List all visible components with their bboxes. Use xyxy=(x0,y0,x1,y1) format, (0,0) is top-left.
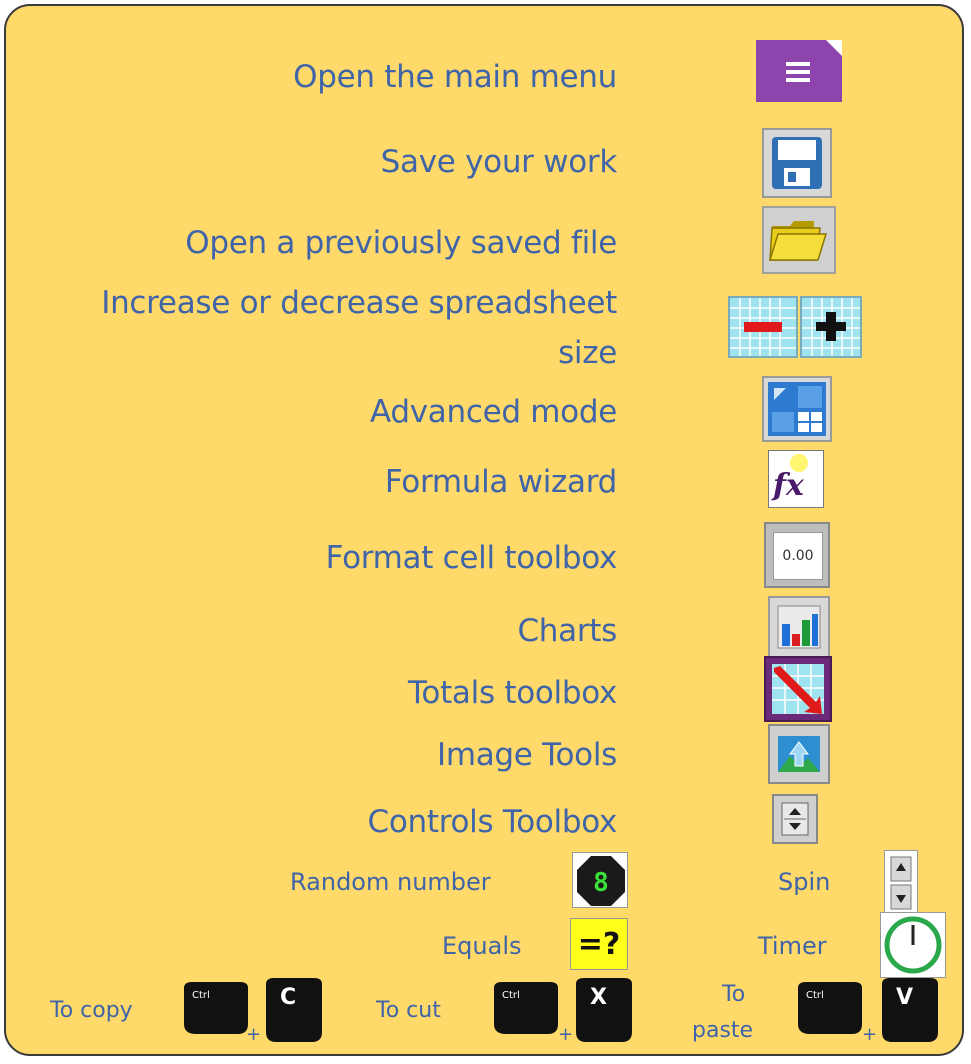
ctrl-key-copy: Ctrl xyxy=(182,980,250,1036)
format-value-text: 0.00 xyxy=(773,532,823,580)
advanced-mode-icon[interactable] xyxy=(762,376,832,442)
paste-label-line2: paste xyxy=(692,1018,754,1043)
image-tools-label: Image Tools xyxy=(436,737,617,773)
ctrl-key-paste: Ctrl xyxy=(796,980,864,1036)
svg-text:Ctrl: Ctrl xyxy=(192,990,210,1001)
equals-glyph: =? xyxy=(577,926,621,962)
resize-label-line2: size xyxy=(558,335,617,371)
plus-sign-copy: + xyxy=(246,1024,262,1045)
image-tools-icon[interactable] xyxy=(768,724,830,784)
copy-label: To copy xyxy=(50,998,133,1023)
svg-text:fx: fx xyxy=(771,468,805,503)
totals-icon[interactable] xyxy=(764,656,832,722)
formula-fx-icon[interactable]: fx xyxy=(768,450,824,508)
equals-label: Equals xyxy=(442,932,522,960)
x-key: X xyxy=(574,976,634,1044)
advanced-mode-label: Advanced mode xyxy=(370,394,617,430)
svg-text:Ctrl: Ctrl xyxy=(502,990,520,1001)
svg-text:X: X xyxy=(590,985,607,1010)
format-cell-label: Format cell toolbox xyxy=(325,540,618,576)
v-key: V xyxy=(880,976,940,1044)
bar-chart-icon[interactable] xyxy=(768,596,830,658)
formula-wizard-label: Formula wizard xyxy=(384,464,617,500)
equals-icon[interactable]: =? xyxy=(570,918,628,970)
svg-text:C: C xyxy=(280,985,296,1010)
main-menu-label: Open the main menu xyxy=(293,59,617,95)
folder-icon[interactable] xyxy=(762,206,836,274)
timer-icon[interactable] xyxy=(880,912,946,978)
floppy-disk-icon[interactable] xyxy=(762,128,832,198)
svg-text:Ctrl: Ctrl xyxy=(806,990,824,1001)
paste-label-line1: To xyxy=(722,982,746,1007)
save-label: Save your work xyxy=(380,144,618,180)
random-number-label: Random number xyxy=(290,868,491,896)
spin-label: Spin xyxy=(778,868,831,896)
resize-label-line1: Increase or decrease spreadsheet xyxy=(101,285,617,321)
format-cell-icon[interactable]: 0.00 xyxy=(764,522,830,588)
plus-sign-paste: + xyxy=(862,1024,878,1045)
ctrl-key-cut: Ctrl xyxy=(492,980,560,1036)
random-digit: 8 xyxy=(593,868,609,898)
open-file-label: Open a previously saved file xyxy=(185,225,617,261)
controls-toolbox-label: Controls Toolbox xyxy=(367,804,617,840)
timer-label: Timer xyxy=(758,932,827,960)
c-key: C xyxy=(264,976,324,1044)
hamburger-menu-icon[interactable] xyxy=(756,40,842,102)
increase-size-icon[interactable] xyxy=(800,296,862,358)
svg-text:V: V xyxy=(896,985,913,1010)
spin-control-icon[interactable] xyxy=(884,850,918,918)
help-panel: Open the main menu Save your work Open a… xyxy=(4,4,964,1056)
plus-sign-cut: + xyxy=(558,1024,574,1045)
charts-label: Charts xyxy=(517,613,617,649)
totals-label: Totals toolbox xyxy=(408,675,617,711)
controls-toolbox-icon[interactable] xyxy=(772,794,818,844)
random-number-icon[interactable]: 8 xyxy=(572,852,628,908)
cut-label: To cut xyxy=(376,998,441,1023)
decrease-size-icon[interactable] xyxy=(728,296,798,358)
